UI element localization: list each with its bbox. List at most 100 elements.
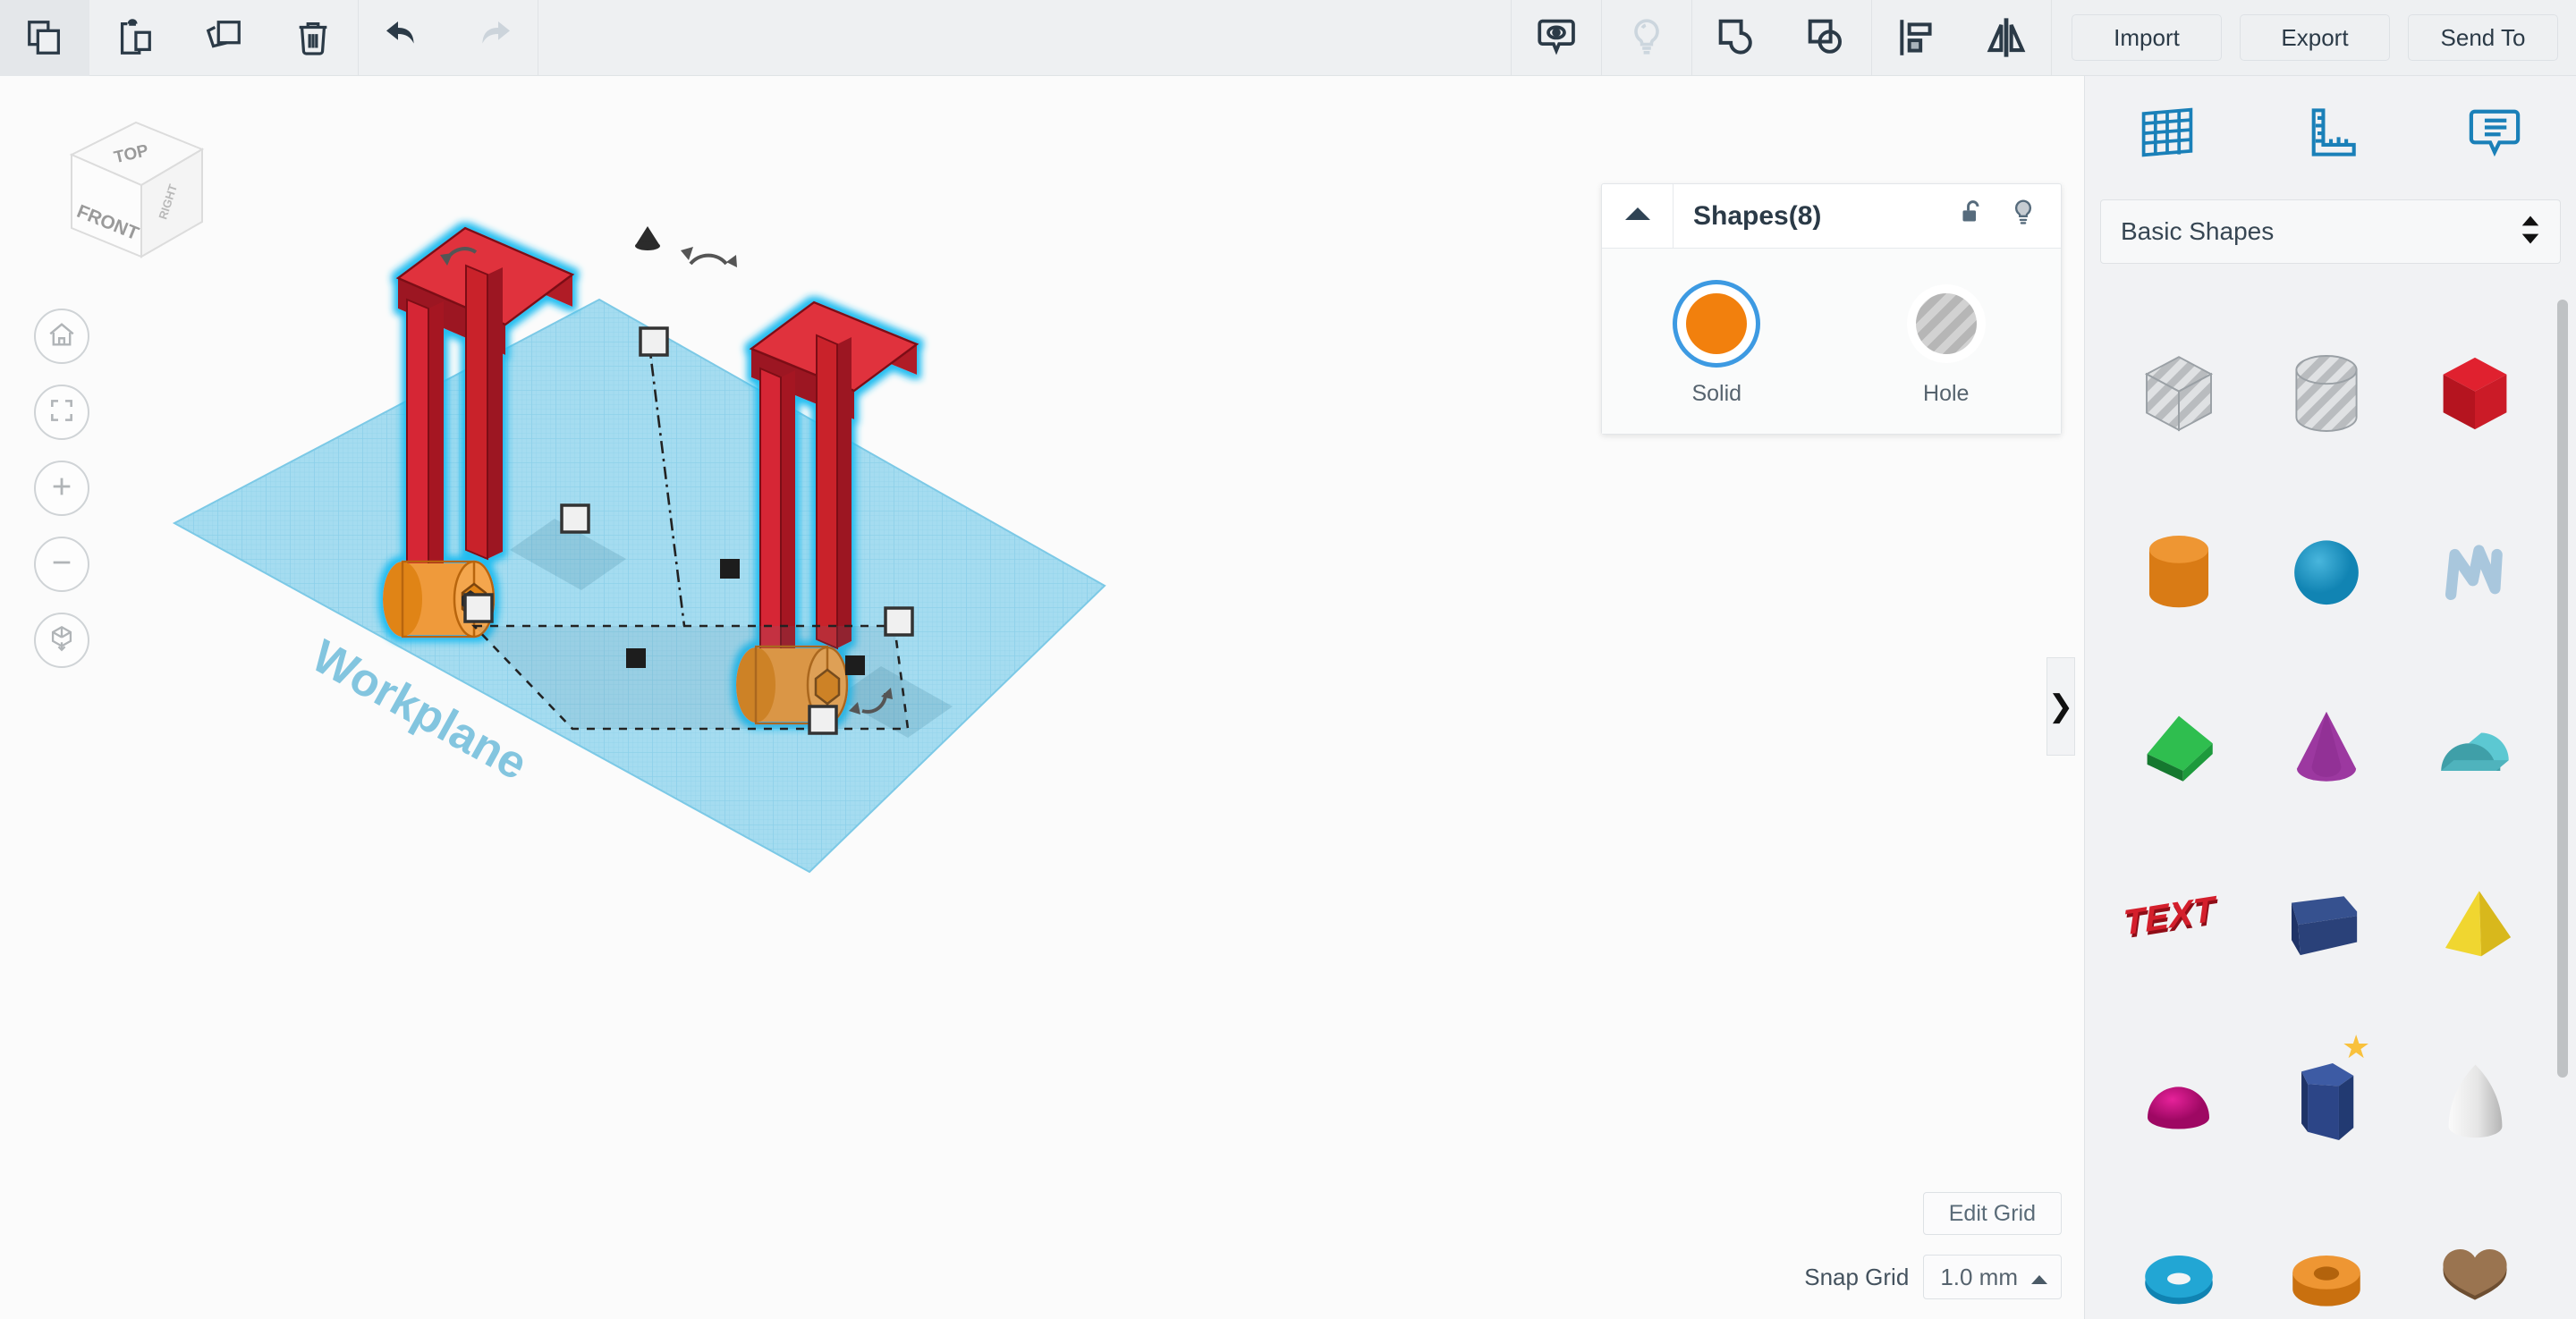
view-cube[interactable]: TOP FRONT RIGHT [36,103,224,282]
shape-box-hole[interactable] [2105,307,2253,484]
object-tools-group [1512,0,2051,76]
height-handle[interactable] [640,328,667,355]
shape-sphere[interactable] [2253,484,2402,661]
duplicate-button[interactable] [179,0,268,76]
pyramid-icon [2422,872,2528,982]
trash-icon [292,17,334,58]
ruler-icon [2303,106,2359,164]
shape-box[interactable] [2401,307,2549,484]
delete-button[interactable] [268,0,358,76]
shape-cylinder[interactable] [2105,484,2253,661]
zoom-out-button[interactable] [34,537,89,592]
shapes-panel-collapse-button[interactable] [1602,184,1674,249]
shape-library-select[interactable]: Basic Shapes [2100,199,2561,264]
mirror-button[interactable] [1962,0,2051,76]
shape-tube[interactable] [2253,1192,2402,1319]
3d-canvas[interactable]: Workplane [0,76,2084,1319]
undo-button[interactable] [359,0,448,76]
show-hide-button[interactable] [1512,0,1601,76]
edge-handle[interactable] [626,648,646,668]
cylinder-hole-icon [2273,340,2380,452]
solid-option[interactable]: Solid [1602,284,1832,407]
shape-library-scrollbar[interactable] [2557,300,2568,1078]
ungroup-button[interactable] [1782,0,1871,76]
cone-icon [2274,695,2379,805]
lock-toggle-button[interactable] [1948,184,1998,249]
shape-cylinder-hole[interactable] [2253,307,2402,484]
shape-heart[interactable] [2401,1192,2549,1319]
shape-library-value: Basic Shapes [2121,217,2521,246]
corner-handle[interactable] [809,706,836,733]
eye-marker-icon [1534,15,1579,60]
shape-text[interactable]: TEXT TEXT [2105,838,2253,1015]
lightbulb-icon [1625,16,1668,59]
half-cylinder-icon [2422,695,2528,805]
undo-arrow-icon [382,16,425,59]
workplane[interactable]: Workplane [174,300,1105,872]
top-toolbar: Import Export Send To [0,0,2576,76]
grid-plane-icon [2138,105,2197,165]
minus-icon [47,548,76,581]
snap-grid-row: Snap Grid 1.0 mm [1804,1255,2062,1299]
wedge-icon [2272,870,2381,984]
redo-button[interactable] [448,0,538,76]
corner-handle[interactable] [886,608,912,635]
duplicate-icon [203,17,244,58]
copy-button[interactable] [0,0,89,76]
tinkercad-editor: Import Export Send To [0,0,2576,1319]
fit-view-button[interactable] [34,385,89,440]
home-view-button[interactable] [34,309,89,364]
updown-caret-icon [2521,215,2540,249]
zoom-in-button[interactable] [34,461,89,516]
cylinder-icon [2126,518,2232,628]
box-hole-icon [2125,340,2233,452]
panel-expander-button[interactable]: ❯ [2046,657,2075,756]
snap-grid-select[interactable]: 1.0 mm [1923,1255,2062,1299]
sphere-icon [2276,520,2377,625]
shape-pyramid[interactable] [2401,838,2549,1015]
ruler-tool-button[interactable] [2249,76,2412,192]
history-tools-group [359,0,538,76]
hole-label: Hole [1923,381,1969,407]
unlock-padlock-icon [1960,199,1987,233]
shape-dome[interactable] [2105,1015,2253,1192]
hole-option[interactable]: Hole [1832,284,2062,407]
send-to-button[interactable]: Send To [2408,14,2558,61]
align-icon [1894,15,1939,60]
align-button[interactable] [1872,0,1962,76]
paste-button[interactable] [89,0,179,76]
group-button[interactable] [1692,0,1782,76]
edge-handle[interactable] [845,655,865,675]
perspective-toggle-button[interactable] [34,613,89,668]
corner-handle[interactable] [465,595,492,621]
file-actions-group: Import Export Send To [2052,0,2576,76]
shape-library-grid: TEXT TEXT [2085,282,2576,1319]
import-button[interactable]: Import [2072,14,2222,61]
shape-paraboloid[interactable] [2401,1015,2549,1192]
shape-half-cylinder[interactable] [2401,661,2549,838]
shape-torus[interactable] [2105,1192,2253,1319]
workplane-tool-button[interactable] [2085,76,2249,192]
lightbulb-icon [2010,198,2037,234]
edge-handle[interactable] [720,559,740,579]
shape-cone[interactable] [2253,661,2402,838]
caret-up-icon [1624,206,1651,226]
chevron-right-icon: ❯ [2048,689,2074,724]
shapes-panel-title: Shapes(8) [1674,201,1948,232]
notes-tool-button[interactable] [2412,76,2576,192]
export-button[interactable]: Export [2240,14,2390,61]
hole-swatch [1916,293,1977,354]
shapes-properties-panel: Shapes(8) [1601,183,2062,435]
light-button[interactable] [1602,0,1691,76]
paraboloid-icon [2424,1049,2527,1159]
corner-handle[interactable] [562,505,589,532]
light-toggle-button[interactable] [1998,184,2048,249]
shapes-panel-header: Shapes(8) [1602,184,2061,249]
scribble-icon [2425,520,2525,625]
shape-roof[interactable] [2105,661,2253,838]
shape-polygon-prism[interactable]: ★ [2253,1015,2402,1192]
shape-scribble[interactable] [2401,484,2549,661]
shape-wedge[interactable] [2253,838,2402,1015]
edit-grid-button[interactable]: Edit Grid [1923,1192,2062,1235]
text-3d-icon: TEXT TEXT [2116,875,2241,978]
